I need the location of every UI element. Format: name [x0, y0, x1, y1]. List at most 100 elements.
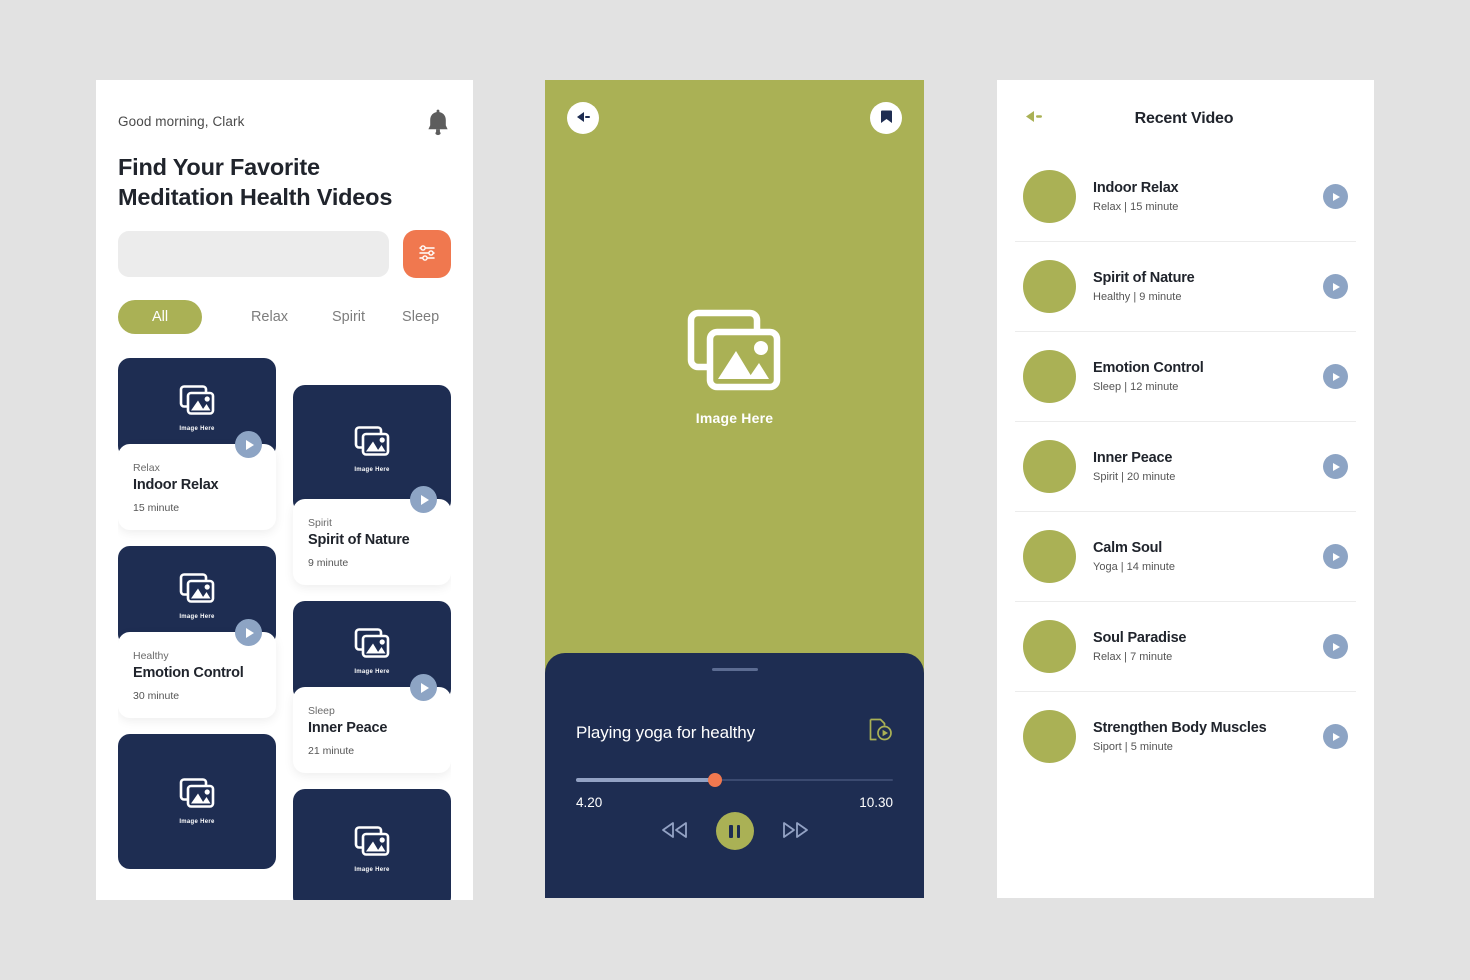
search-input[interactable]	[118, 231, 389, 277]
play-button[interactable]	[1323, 454, 1348, 479]
fast-forward-icon	[780, 820, 810, 843]
tab-relax[interactable]: Relax	[232, 300, 307, 334]
list-item-title: Soul Paradise	[1093, 630, 1187, 646]
play-icon	[1333, 732, 1340, 741]
tab-spirit[interactable]: Spirit	[307, 300, 390, 334]
headline-line-1: Find Your Favorite	[118, 154, 320, 180]
play-icon	[1333, 642, 1340, 651]
bell-icon[interactable]	[425, 108, 451, 138]
tab-sleep[interactable]: Sleep	[390, 300, 451, 334]
list-item-title: Inner Peace	[1093, 450, 1173, 466]
progress-handle[interactable]	[708, 773, 723, 787]
pause-button[interactable]	[715, 812, 754, 850]
play-button[interactable]	[1323, 184, 1348, 209]
play-icon	[1333, 372, 1340, 381]
rewind-icon	[660, 820, 690, 843]
list-item[interactable]: Spirit of Nature Healthy | 9 minute	[997, 242, 1374, 331]
list-item-text: Indoor Relax Relax | 15 minute	[1093, 180, 1306, 213]
video-card[interactable]: Image Here	[293, 789, 451, 900]
play-button[interactable]	[235, 431, 262, 458]
card-category: Sleep	[308, 705, 335, 717]
list-item-title: Indoor Relax	[1093, 180, 1179, 196]
play-button[interactable]	[235, 619, 262, 646]
now-playing-row: Playing yoga for healthy	[576, 717, 893, 748]
play-icon	[1333, 282, 1340, 291]
list-item[interactable]: Soul Paradise Relax | 7 minute	[997, 602, 1374, 691]
video-card-grid: Image Here Relax Indoor Relax 15 minute	[118, 358, 451, 900]
image-placeholder-icon	[179, 384, 215, 421]
video-card[interactable]: Image Here Healthy Emotion Control 30 mi…	[118, 546, 276, 718]
player-artwork: Image Here	[545, 80, 924, 655]
now-playing-title: Playing yoga for healthy	[576, 722, 756, 742]
avatar	[1023, 350, 1076, 403]
card-info: Spirit Spirit of Nature 9 minute	[293, 486, 451, 585]
play-button[interactable]	[1323, 634, 1348, 659]
video-file-icon[interactable]	[867, 717, 893, 748]
recent-video-list: Indoor Relax Relax | 15 minute Spirit of…	[997, 152, 1374, 781]
list-item-text: Soul Paradise Relax | 7 minute	[1093, 630, 1306, 663]
player-screen: Image Here Playing yoga for healthy 4.20…	[545, 80, 924, 898]
rewind-button[interactable]	[656, 816, 694, 847]
card-thumbnail: Image Here	[118, 734, 276, 869]
play-button[interactable]	[1323, 724, 1348, 749]
list-item-text: Strengthen Body Muscles Siport | 5 minut…	[1093, 720, 1306, 753]
play-button[interactable]	[1323, 274, 1348, 299]
play-button[interactable]	[1323, 544, 1348, 569]
filter-button[interactable]	[403, 230, 451, 278]
video-card[interactable]: Image Here Sleep Inner Peace 21 minute	[293, 601, 451, 773]
list-item[interactable]: Strengthen Body Muscles Siport | 5 minut…	[997, 692, 1374, 781]
search-row	[118, 230, 451, 278]
video-card[interactable]: Image Here Spirit Spirit of Nature 9 min…	[293, 385, 451, 585]
play-icon	[1333, 192, 1340, 201]
image-placeholder-icon	[354, 825, 390, 862]
image-placeholder-icon	[179, 572, 215, 609]
greeting-row: Good morning, Clark	[118, 109, 451, 138]
video-card[interactable]: Image Here Relax Indoor Relax 15 minute	[118, 358, 276, 530]
card-info: Relax Indoor Relax 15 minute	[118, 431, 276, 530]
list-item[interactable]: Emotion Control Sleep | 12 minute	[997, 332, 1374, 421]
card-info: Sleep Inner Peace 21 minute	[293, 674, 451, 773]
sliders-icon	[417, 243, 437, 266]
list-item[interactable]: Calm Soul Yoga | 14 minute	[997, 512, 1374, 601]
card-category: Healthy	[133, 650, 169, 662]
avatar	[1023, 620, 1076, 673]
sheet-grabber[interactable]	[711, 668, 758, 671]
card-duration: 30 minute	[133, 690, 180, 702]
forward-button[interactable]	[776, 816, 814, 847]
current-time: 4.20	[576, 795, 603, 810]
card-duration: 21 minute	[308, 745, 355, 757]
category-tabs: All Relax Spirit Sleep	[118, 300, 451, 334]
image-placeholder-icon	[686, 309, 783, 399]
back-arrow-icon[interactable]	[1023, 108, 1046, 130]
tab-all[interactable]: All	[118, 300, 203, 334]
play-button[interactable]	[1323, 364, 1348, 389]
list-item[interactable]: Inner Peace Spirit | 20 minute	[997, 422, 1374, 511]
list-item-meta: Spirit | 20 minute	[1093, 471, 1176, 483]
page-title: Recent Video	[1134, 110, 1234, 127]
play-button[interactable]	[410, 486, 437, 513]
total-time: 10.30	[859, 795, 893, 810]
avatar	[1023, 440, 1076, 493]
card-title: Emotion Control	[133, 665, 244, 681]
list-item-meta: Sleep | 12 minute	[1093, 381, 1179, 393]
home-content: Good morning, Clark Find Your Favorite M…	[96, 80, 473, 900]
list-item[interactable]: Indoor Relax Relax | 15 minute	[997, 152, 1374, 241]
card-category: Relax	[133, 462, 160, 474]
play-button[interactable]	[410, 674, 437, 701]
avatar	[1023, 530, 1076, 583]
play-icon	[245, 439, 254, 450]
progress-bar[interactable]	[576, 773, 893, 787]
card-duration: 15 minute	[133, 502, 180, 514]
grid-column-right: Image Here Spirit Spirit of Nature 9 min…	[293, 358, 451, 900]
list-item-title: Spirit of Nature	[1093, 270, 1195, 286]
recent-screen: Recent Video Indoor Relax Relax | 15 min…	[997, 80, 1374, 898]
play-icon	[1333, 462, 1340, 471]
video-card[interactable]: Image Here	[118, 734, 276, 869]
play-icon	[1333, 552, 1340, 561]
image-placeholder-icon	[179, 778, 215, 814]
list-item-meta: Relax | 7 minute	[1093, 651, 1173, 663]
pause-icon	[729, 824, 740, 838]
play-icon	[420, 494, 429, 505]
avatar	[1023, 710, 1076, 763]
thumbnail-caption: Image Here	[354, 466, 390, 473]
